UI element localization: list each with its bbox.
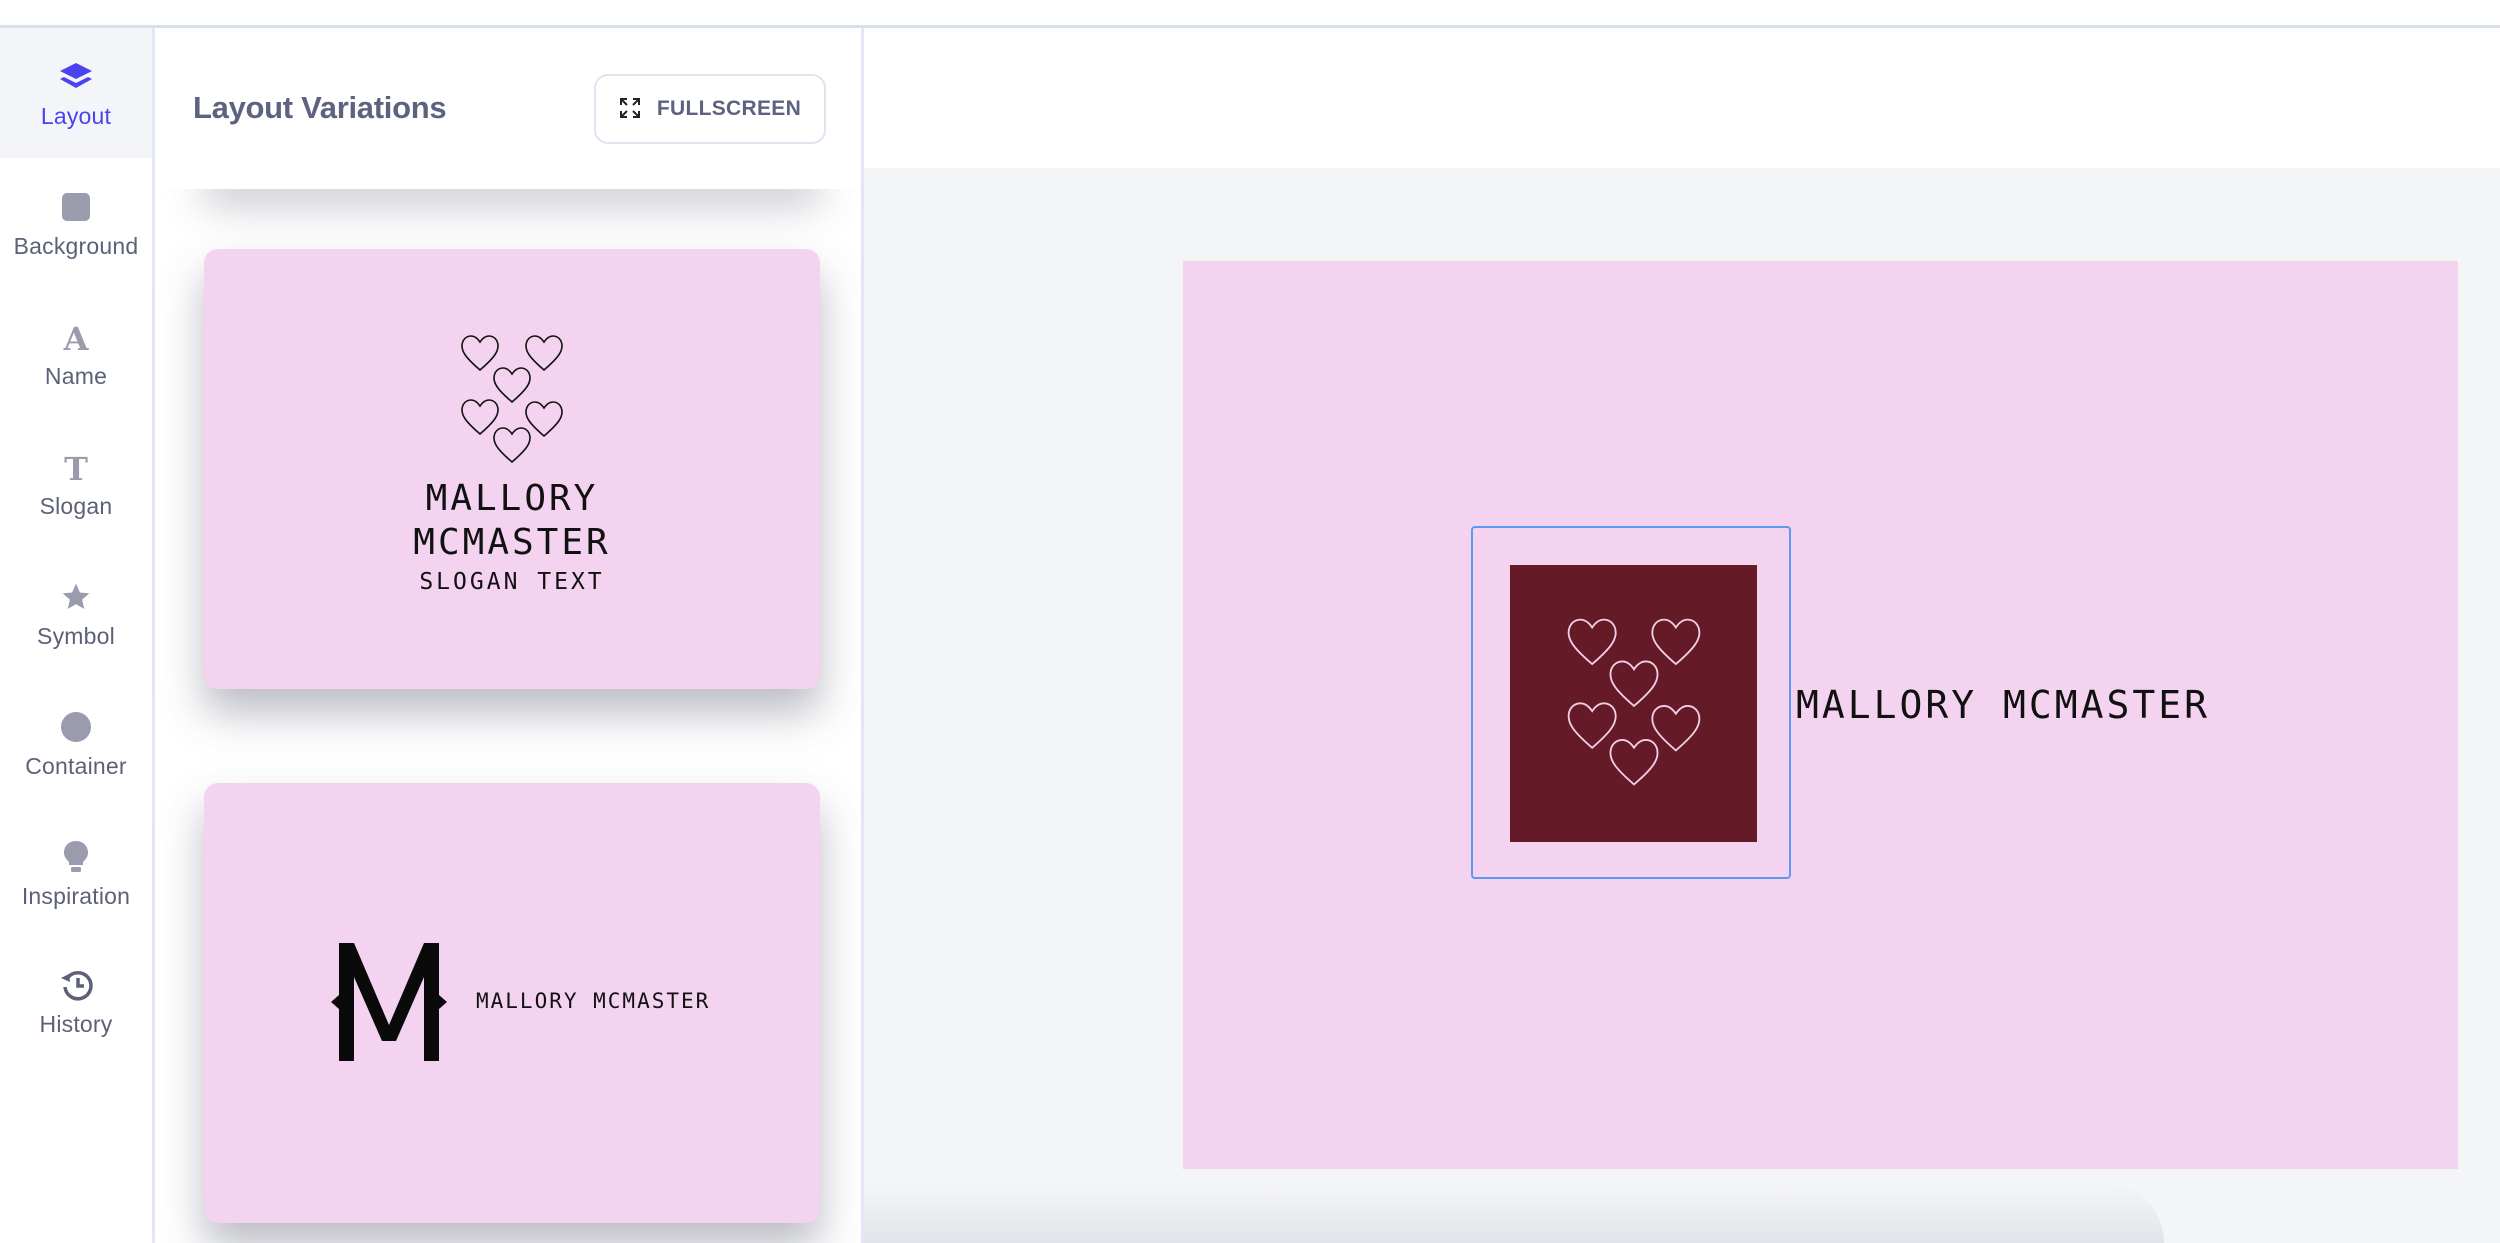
sidebar-item-label: Background xyxy=(13,232,139,259)
logo-slogan: SLOGAN TEXT xyxy=(419,569,605,595)
lightbulb-icon xyxy=(56,837,96,877)
workspace-toolbar-area xyxy=(864,28,2500,168)
svg-text:T: T xyxy=(64,451,88,483)
circle-icon xyxy=(56,707,96,747)
logo-canvas[interactable]: MALLORY MCMASTER xyxy=(1183,261,2458,1169)
star-icon xyxy=(56,577,96,617)
sidebar-item-label: Layout xyxy=(40,102,112,129)
layout-variation-card[interactable]: MALLORY MCMASTER xyxy=(204,783,820,1223)
svg-text:A: A xyxy=(63,321,90,353)
sidebar-item-inspiration[interactable]: Inspiration xyxy=(0,808,152,938)
panel-title: Layout Variations xyxy=(193,90,447,125)
sidebar-item-layout[interactable]: Layout xyxy=(0,28,152,158)
sidebar-item-slogan[interactable]: T Slogan xyxy=(0,418,152,548)
hearts-icon xyxy=(461,335,563,464)
logo-name-line2: MCMASTER xyxy=(413,522,611,563)
sidebar-item-background[interactable]: Background xyxy=(0,158,152,288)
sidebar-item-label: Name xyxy=(44,362,108,389)
layout-variations-panel: Layout Variations FULLSCREEN MALLORY MCM… xyxy=(155,28,864,1243)
letter-a-icon: A xyxy=(56,317,96,357)
sidebar-item-name[interactable]: A Name xyxy=(0,288,152,418)
letter-t-icon: T xyxy=(56,447,96,487)
sidebar-item-label: Inspiration xyxy=(21,882,131,909)
sidebar: Layout Background A Name T Slogan Symbol… xyxy=(0,28,155,1243)
logo-name-line1: MALLORY xyxy=(425,478,599,519)
bottom-shadow xyxy=(864,1183,2164,1243)
history-icon xyxy=(56,965,96,1005)
square-icon xyxy=(56,187,96,227)
sidebar-item-symbol[interactable]: Symbol xyxy=(0,548,152,678)
monogram-m-icon xyxy=(331,943,447,1061)
fullscreen-label: FULLSCREEN xyxy=(656,97,802,120)
hearts-icon xyxy=(1567,618,1701,786)
top-bar xyxy=(0,0,2500,28)
canvas-logo-name[interactable]: MALLORY MCMASTER xyxy=(1796,686,2210,724)
symbol-container[interactable] xyxy=(1510,565,1757,842)
layout-variation-card[interactable]: MALLORY MCMASTER SLOGAN TEXT xyxy=(204,249,820,689)
fullscreen-button[interactable]: FULLSCREEN xyxy=(594,74,826,144)
sidebar-item-label: Symbol xyxy=(37,622,115,649)
design-workspace: MALLORY MCMASTER xyxy=(864,168,2500,1243)
sidebar-item-container[interactable]: Container xyxy=(0,678,152,808)
sidebar-item-label: Container xyxy=(25,752,127,779)
logo-name: MALLORY MCMASTER xyxy=(476,989,711,1013)
sidebar-item-label: History xyxy=(39,1010,113,1037)
panel-header: Layout Variations FULLSCREEN xyxy=(155,28,861,189)
expand-icon xyxy=(619,97,641,122)
sidebar-item-label: Slogan xyxy=(39,492,113,519)
sidebar-item-history[interactable]: History xyxy=(0,936,152,1066)
symbol-selection-box[interactable] xyxy=(1471,526,1791,879)
layers-icon xyxy=(56,57,96,97)
